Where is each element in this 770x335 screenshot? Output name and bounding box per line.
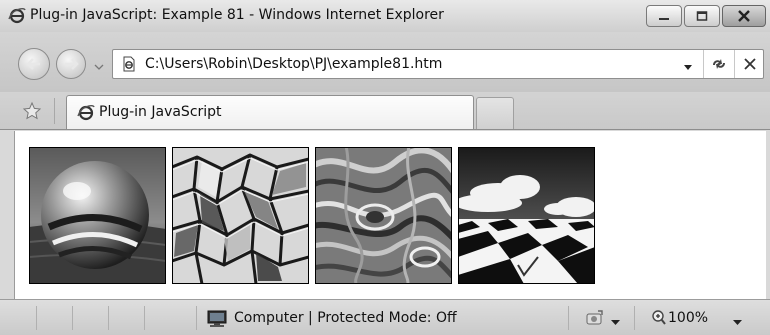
zoom-dropdown[interactable]	[733, 315, 742, 330]
recent-pages-dropdown[interactable]	[94, 59, 104, 74]
status-divider	[634, 306, 635, 330]
marble-texture-image	[315, 147, 452, 284]
minimize-icon	[659, 18, 669, 20]
addons-dropdown[interactable]	[611, 315, 620, 330]
status-bar: Computer | Protected Mode: Off 100%	[0, 299, 770, 335]
caret-down-icon	[684, 65, 692, 70]
new-tab-button[interactable]	[476, 97, 514, 129]
back-button[interactable]	[18, 48, 50, 80]
ie-page-icon	[77, 104, 95, 126]
back-arrow-icon	[26, 58, 40, 70]
status-divider	[72, 306, 73, 330]
divider	[54, 98, 55, 124]
manage-addons-icon[interactable]	[584, 309, 606, 331]
status-divider	[144, 306, 145, 330]
maximize-icon	[696, 11, 708, 21]
title-bar[interactable]: Plug-in JavaScript: Example 81 - Windows…	[0, 0, 770, 32]
minimize-button[interactable]	[646, 5, 682, 27]
status-divider	[36, 306, 37, 330]
forward-button[interactable]	[56, 49, 86, 79]
chrome-sphere-image	[29, 147, 166, 284]
tab-bar: Plug-in JavaScript	[0, 92, 770, 130]
navigation-bar: C:\Users\Robin\Desktop\PJ\example81.htm	[0, 32, 770, 92]
caret-down-icon	[611, 320, 620, 325]
refresh-button[interactable]	[703, 50, 733, 78]
status-divider	[108, 306, 109, 330]
browser-window: Plug-in JavaScript: Example 81 - Windows…	[0, 0, 770, 335]
favorites-button[interactable]	[22, 101, 42, 125]
address-bar[interactable]: C:\Users\Robin\Desktop\PJ\example81.htm	[112, 49, 764, 79]
zoom-icon[interactable]	[651, 309, 667, 331]
address-input[interactable]: C:\Users\Robin\Desktop\PJ\example81.htm	[145, 56, 442, 72]
stained-glass-image	[172, 147, 309, 284]
ie-logo-icon	[8, 7, 26, 25]
close-icon	[738, 10, 750, 22]
checkerboard-sky-image	[458, 147, 595, 284]
maximize-button[interactable]	[684, 5, 720, 27]
refresh-icon	[713, 59, 725, 69]
address-dropdown[interactable]	[683, 60, 693, 75]
page-content	[14, 131, 766, 299]
security-zone-label[interactable]: Computer | Protected Mode: Off	[234, 310, 457, 326]
forward-arrow-icon	[65, 58, 79, 70]
window-controls	[644, 5, 766, 27]
chevron-down-icon	[94, 64, 104, 70]
computer-icon	[206, 310, 228, 332]
close-window-button[interactable]	[722, 5, 766, 27]
tab-label: Plug-in JavaScript	[99, 104, 222, 120]
page-icon	[121, 56, 137, 76]
status-divider	[568, 306, 569, 330]
tab-plug-in-javascript[interactable]: Plug-in JavaScript	[66, 95, 474, 129]
caret-down-icon	[733, 320, 742, 325]
status-divider	[196, 306, 197, 330]
star-icon	[22, 101, 42, 120]
window-title: Plug-in JavaScript: Example 81 - Windows…	[30, 7, 444, 23]
stop-icon	[744, 58, 756, 70]
stop-button[interactable]	[734, 50, 763, 78]
zoom-level[interactable]: 100%	[668, 310, 708, 326]
